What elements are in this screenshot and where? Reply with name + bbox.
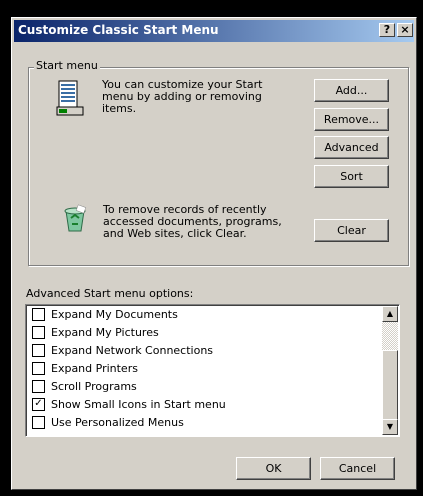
remove-button[interactable]: Remove... <box>314 108 389 131</box>
recycle-bin-icon <box>60 203 90 236</box>
option-label: Expand My Documents <box>51 308 178 321</box>
clear-description: To remove records of recently accessed d… <box>103 203 282 240</box>
close-button[interactable]: × <box>397 23 413 37</box>
checkbox[interactable] <box>32 343 45 357</box>
advanced-button[interactable]: Advanced <box>314 136 389 159</box>
option-expand-printers[interactable]: Expand Printers <box>32 360 138 377</box>
sort-button[interactable]: Sort <box>314 165 389 188</box>
option-label: Show Small Icons in Start menu <box>51 398 226 411</box>
advanced-options-list[interactable]: Expand My Documents Expand My Pictures E… <box>25 304 400 437</box>
checkbox[interactable] <box>32 379 45 393</box>
option-expand-my-documents[interactable]: Expand My Documents <box>32 306 178 323</box>
window-title: Customize Classic Start Menu <box>18 23 219 37</box>
checkbox[interactable] <box>32 415 45 429</box>
option-label: Expand Network Connections <box>51 344 214 357</box>
start-menu-icon <box>56 80 86 119</box>
checkbox[interactable] <box>32 307 45 321</box>
option-expand-my-pictures[interactable]: Expand My Pictures <box>32 324 159 341</box>
option-show-small-icons[interactable]: ✓ Show Small Icons in Start menu <box>32 396 226 413</box>
clear-button[interactable]: Clear <box>314 219 389 242</box>
cancel-button[interactable]: Cancel <box>320 457 395 480</box>
title-bar[interactable]: Customize Classic Start Menu ? × <box>14 20 414 42</box>
option-label: Use Personalized Menus <box>51 416 184 429</box>
customize-description: You can customize your Start menu by add… <box>102 78 263 115</box>
option-label: Expand My Pictures <box>51 326 159 339</box>
add-button[interactable]: Add... <box>314 79 389 102</box>
checkbox[interactable] <box>32 361 45 375</box>
option-scroll-programs[interactable]: Scroll Programs <box>32 378 137 395</box>
ok-button[interactable]: OK <box>236 457 311 480</box>
option-expand-network-connections[interactable]: Expand Network Connections <box>32 342 213 359</box>
start-menu-legend: Start menu <box>34 59 100 72</box>
option-label: Scroll Programs <box>51 380 137 393</box>
option-use-personalized-menus[interactable]: Use Personalized Menus <box>32 414 184 431</box>
option-label: Expand Printers <box>51 362 138 375</box>
advanced-options-label: Advanced Start menu options: <box>26 287 194 300</box>
checkbox[interactable] <box>32 325 45 339</box>
vertical-scrollbar[interactable]: ▲ ▼ <box>382 306 398 435</box>
scroll-up-button[interactable]: ▲ <box>382 306 398 322</box>
scroll-down-button[interactable]: ▼ <box>382 419 398 435</box>
help-button[interactable]: ? <box>379 23 395 37</box>
checkbox-checked[interactable]: ✓ <box>32 397 45 411</box>
